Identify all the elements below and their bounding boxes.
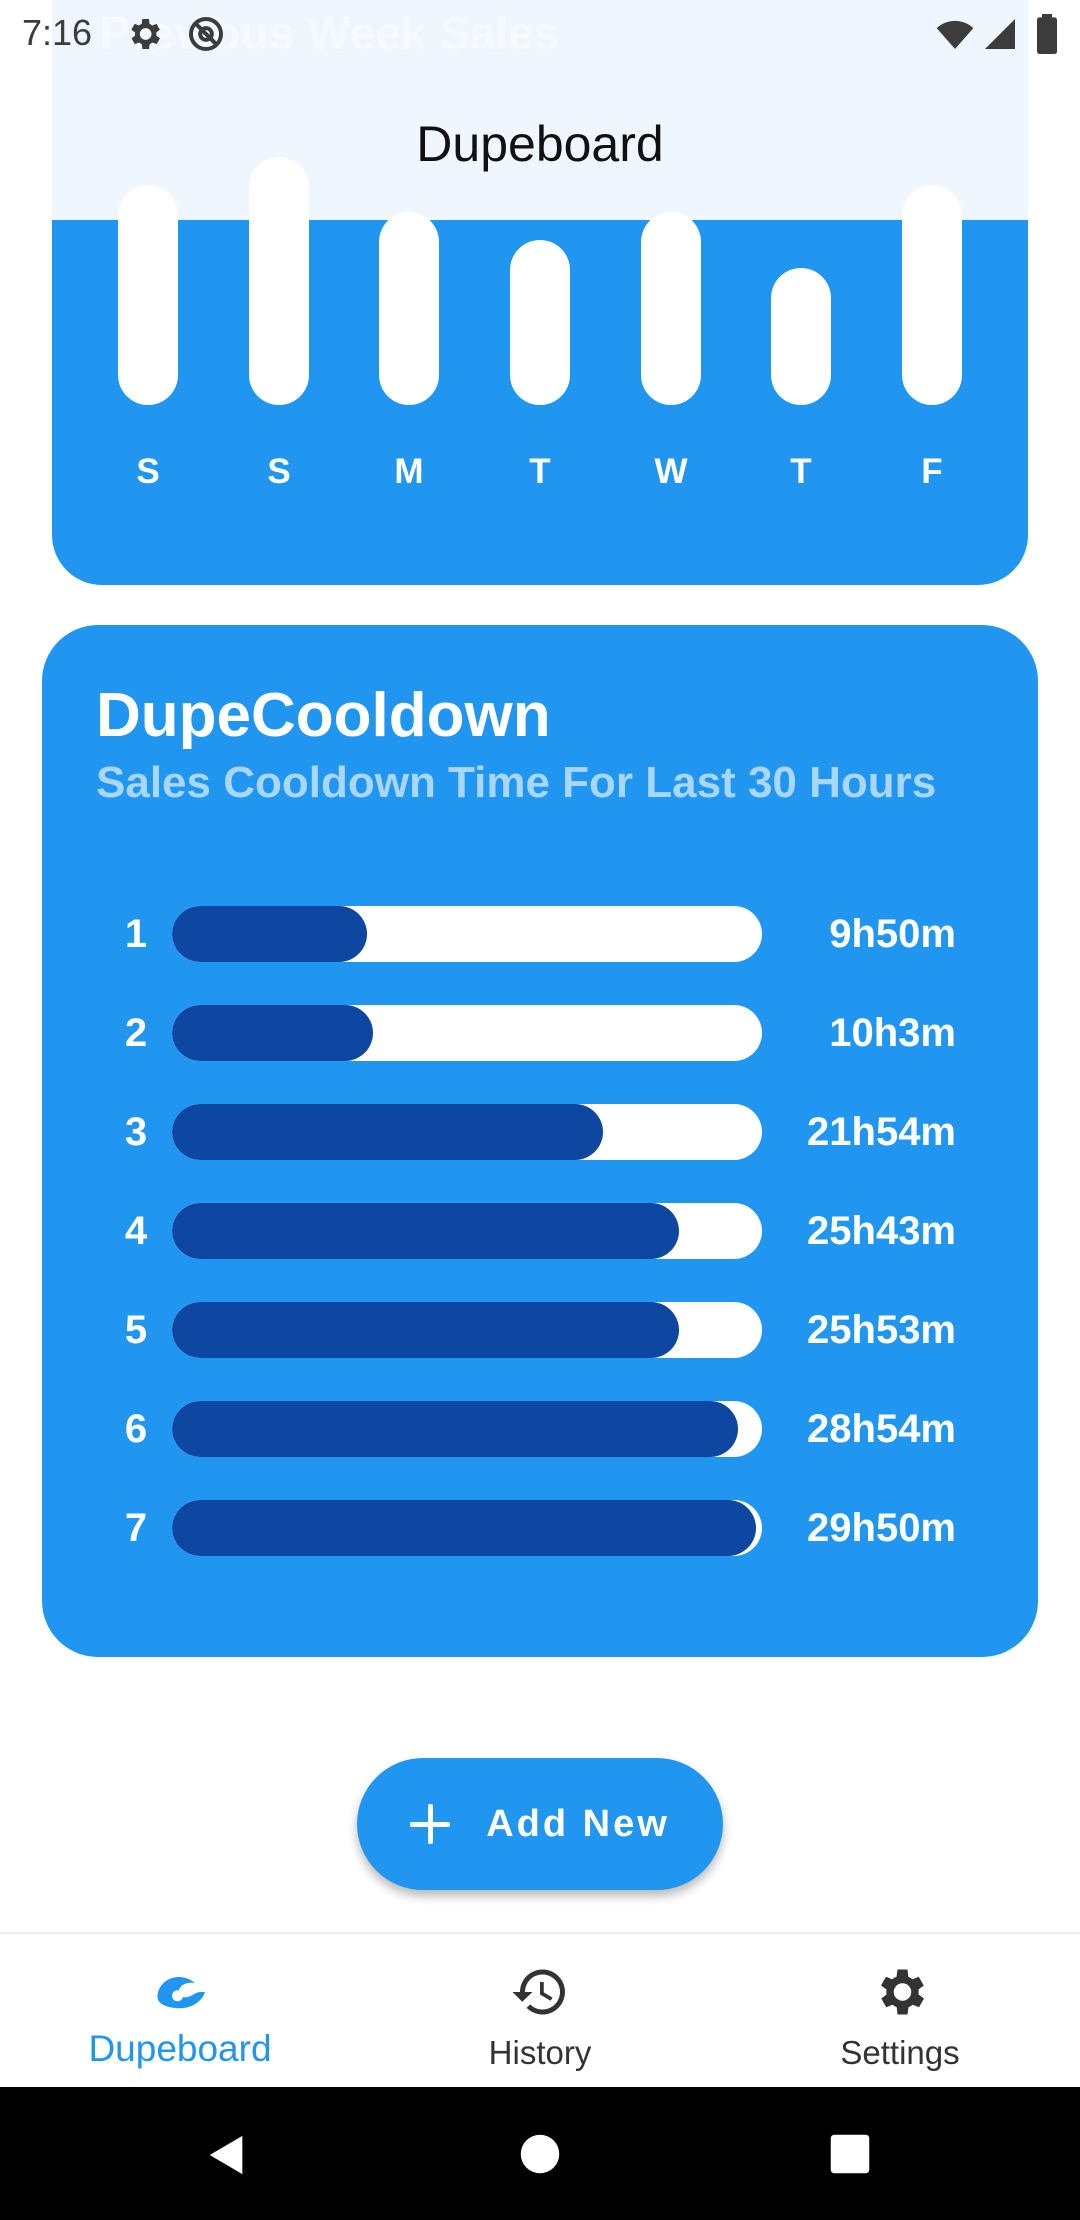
day-bar <box>902 185 962 405</box>
row-rank: 2 <box>124 1011 148 1055</box>
wave-icon <box>157 1977 205 2009</box>
cooldown-bar-fill <box>172 1203 680 1259</box>
row-rank: 3 <box>124 1110 148 1154</box>
wifi-icon <box>936 20 974 49</box>
gear-icon <box>881 1969 924 2015</box>
home-icon[interactable] <box>519 2133 561 2175</box>
status-bar: 7:16 <box>0 0 1080 66</box>
cooldown-bar-fill <box>172 1401 739 1457</box>
cooldown-title: DupeCooldown <box>96 681 551 750</box>
bottom-nav: Dupeboard History Settings <box>0 1932 1080 2089</box>
cooldown-bar-track <box>172 1302 762 1358</box>
nav-item-settings[interactable]: Settings <box>720 1934 1080 2089</box>
day-bar <box>379 211 439 405</box>
cooldown-bar-fill <box>172 1302 680 1358</box>
row-rank: 6 <box>124 1407 148 1451</box>
day-bar <box>510 240 570 405</box>
day-label: T <box>529 452 551 491</box>
page-title: Dupeboard <box>416 116 664 172</box>
battery-icon <box>1037 14 1057 54</box>
add-new-label: Add New <box>486 1802 670 1845</box>
day-label: M <box>394 452 424 491</box>
cooldown-value: 9h50m <box>829 912 956 956</box>
day-bar <box>641 211 701 405</box>
cooldown-bar-track <box>172 1005 762 1061</box>
cooldown-value: 21h54m <box>807 1110 956 1154</box>
history-icon <box>512 1969 565 2015</box>
cooldown-bar-fill <box>172 1500 757 1556</box>
add-new-button[interactable]: Add New <box>357 1758 723 1890</box>
back-icon[interactable] <box>204 2131 250 2179</box>
nav-item-dupeboard[interactable]: Dupeboard <box>0 1934 360 2089</box>
plus-icon <box>410 1804 451 1844</box>
day-label: F <box>921 452 943 491</box>
cooldown-value: 25h53m <box>807 1308 956 1352</box>
day-bar <box>249 157 309 405</box>
cooldown-value: 29h50m <box>807 1506 956 1550</box>
cooldown-bar-fill <box>172 1005 373 1061</box>
day-label: W <box>654 452 688 491</box>
nav-label-settings: Settings <box>840 2034 960 2071</box>
cooldown-bar-fill <box>172 906 367 962</box>
day-label: S <box>136 452 160 491</box>
day-bar <box>771 268 831 405</box>
day-bar <box>118 185 178 405</box>
day-label: T <box>790 452 812 491</box>
cooldown-bar-track <box>172 1500 762 1556</box>
row-rank: 4 <box>124 1209 148 1253</box>
status-time: 7:16 <box>22 12 93 53</box>
cooldown-bar-track <box>172 1104 762 1160</box>
settings-gear-icon <box>131 19 160 49</box>
nav-item-history[interactable]: History <box>360 1934 720 2089</box>
row-rank: 7 <box>124 1506 148 1550</box>
system-nav-bar <box>0 2087 1080 2220</box>
cooldown-value: 10h3m <box>829 1011 956 1055</box>
cooldown-value: 25h43m <box>807 1209 956 1253</box>
row-rank: 5 <box>124 1308 148 1352</box>
cooldown-value: 28h54m <box>807 1407 956 1451</box>
at-sign-icon <box>189 17 223 51</box>
day-label: S <box>267 452 291 491</box>
cooldown-bar-track <box>172 1401 762 1457</box>
cooldown-bar-track <box>172 1203 762 1259</box>
nav-label-dupeboard: Dupeboard <box>88 2028 272 2069</box>
recents-icon[interactable] <box>829 2133 871 2175</box>
cooldown-bar-fill <box>172 1104 603 1160</box>
signal-icon <box>985 19 1015 49</box>
row-rank: 1 <box>124 912 148 956</box>
nav-label-history: History <box>488 2034 592 2071</box>
cooldown-bar-track <box>172 906 762 962</box>
cooldown-subtitle: Sales Cooldown Time For Last 30 Hours <box>96 758 937 807</box>
